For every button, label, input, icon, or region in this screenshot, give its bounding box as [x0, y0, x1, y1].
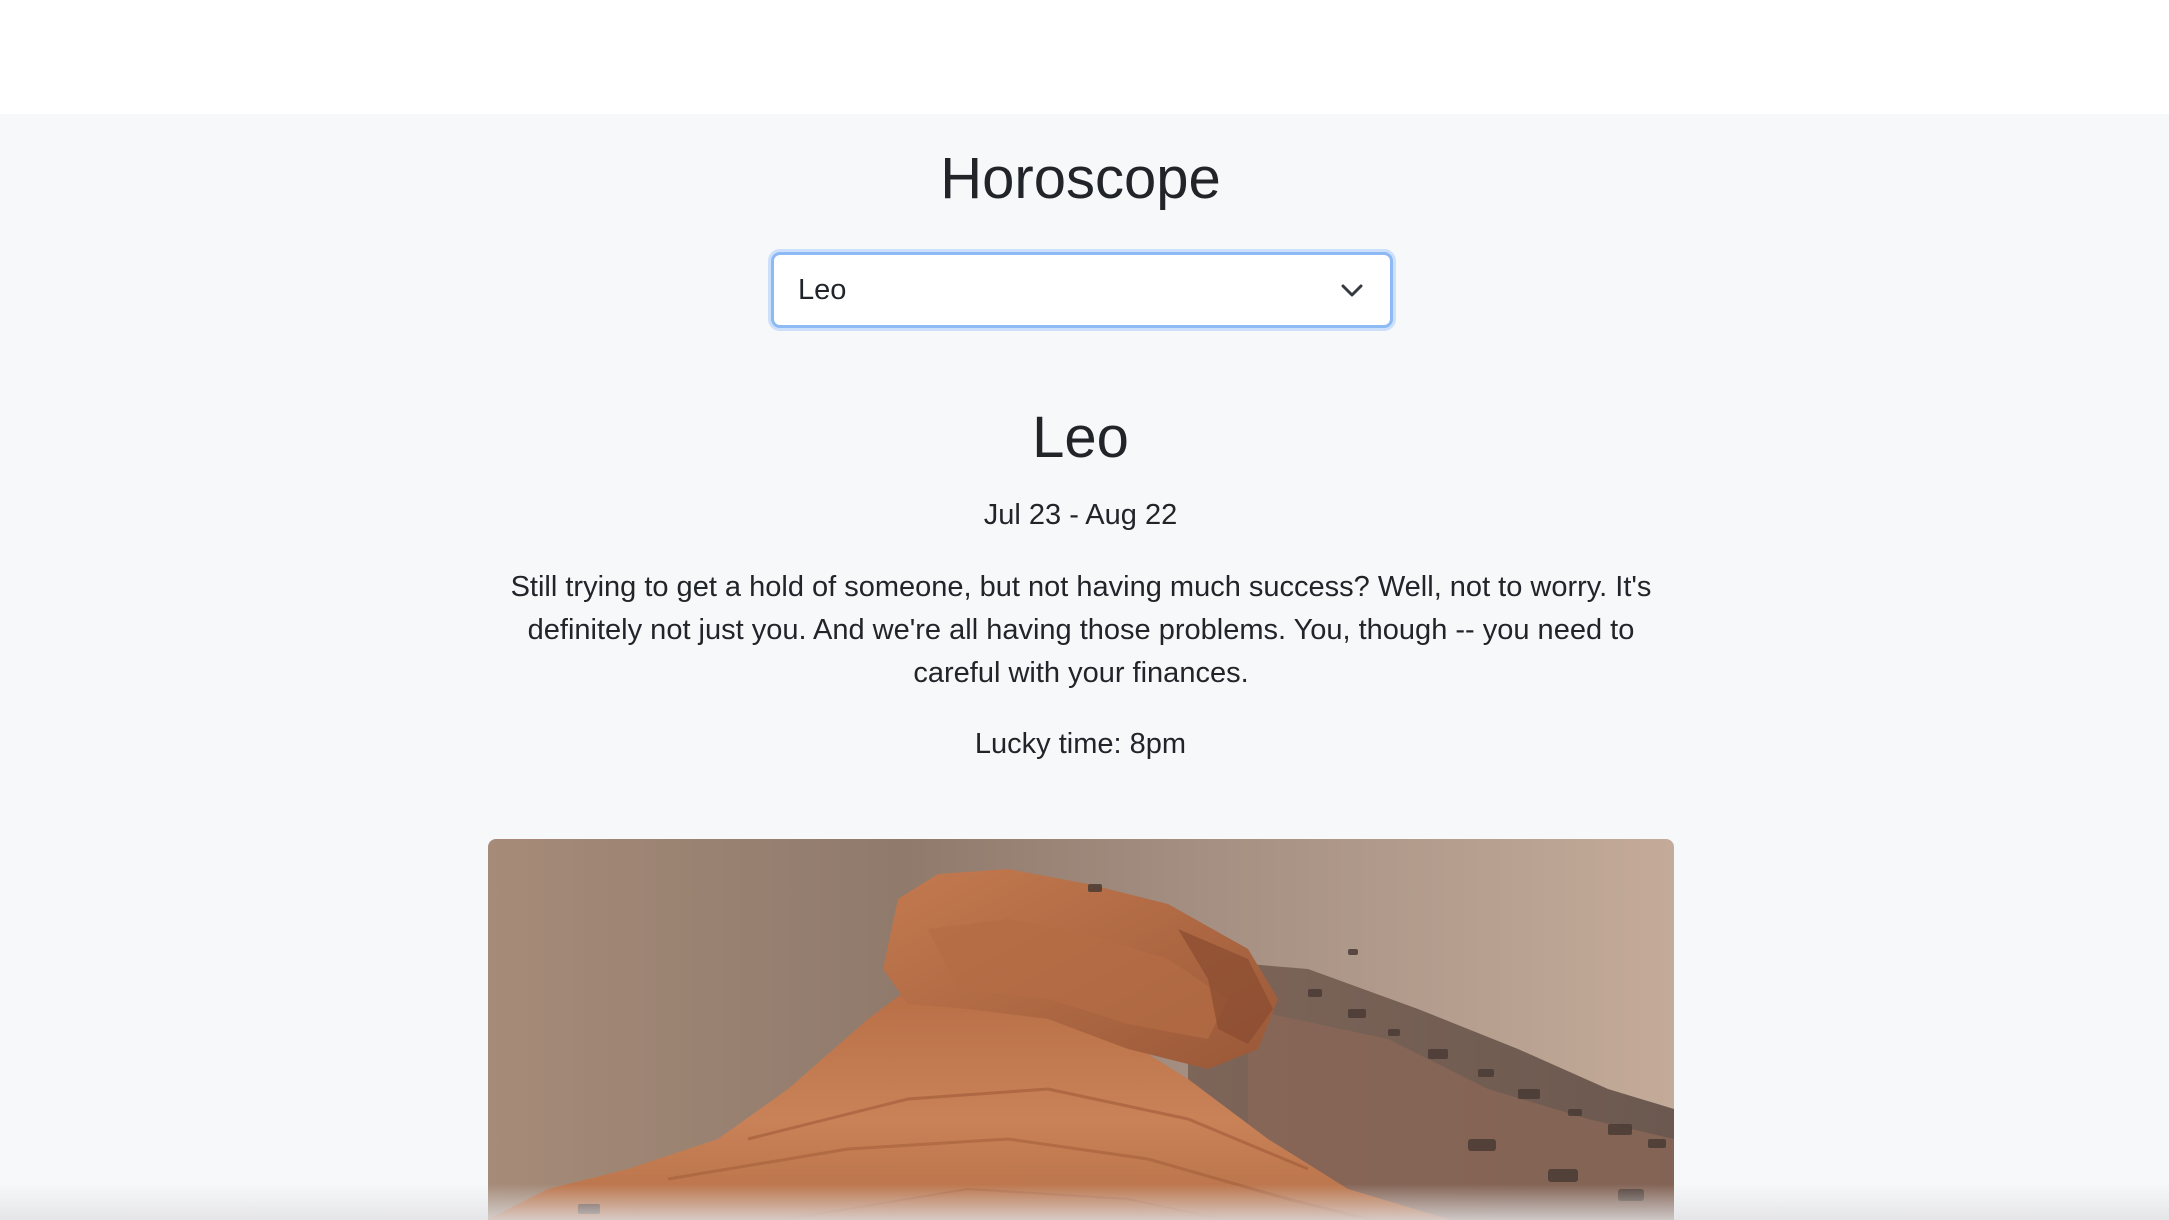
chevron-down-icon — [1340, 279, 1364, 301]
top-bar — [0, 0, 2169, 114]
horoscope-description: Still trying to get a hold of someone, b… — [510, 571, 1652, 689]
sign-date-range: Jul 23 - Aug 22 — [983, 499, 1178, 531]
lucky-time: Lucky time: 8pm — [974, 728, 1187, 760]
page-content: Horoscope Leo Leo Jul 23 - Aug 22 Still … — [0, 114, 2169, 1220]
mars-rock-image — [488, 839, 1674, 1220]
page-title: Horoscope — [940, 146, 1221, 211]
sign-name: Leo — [1032, 405, 1129, 470]
zodiac-sign-select-value: Leo — [798, 274, 847, 306]
zodiac-sign-select[interactable]: Leo — [771, 252, 1393, 328]
